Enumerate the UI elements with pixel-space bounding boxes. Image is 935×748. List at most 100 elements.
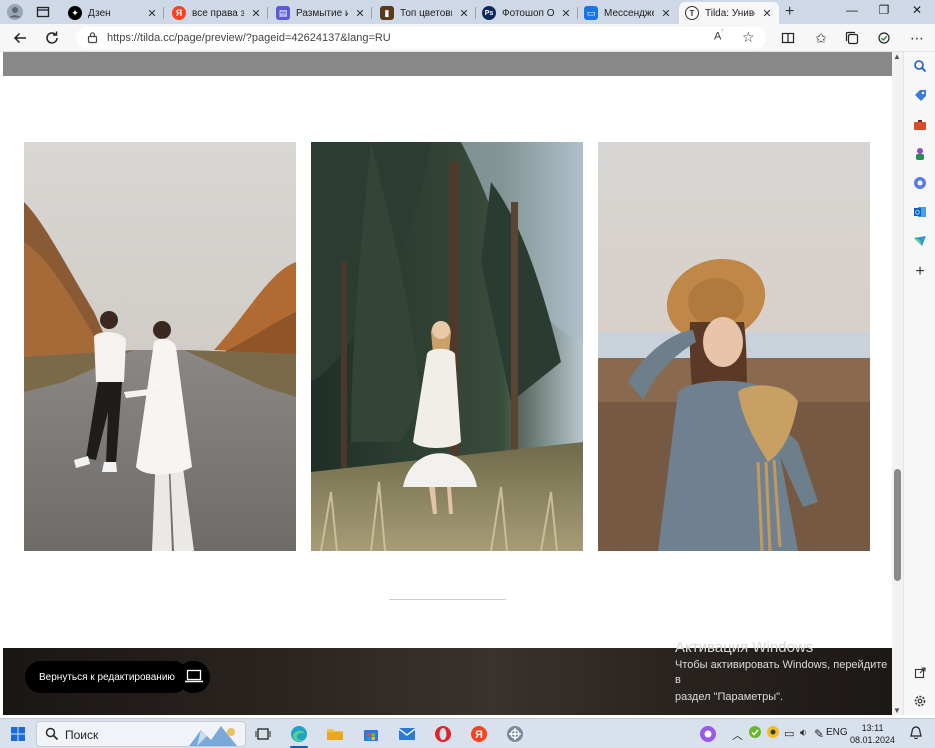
search-highlight-illustration bbox=[187, 724, 245, 746]
yandex-icon: Я bbox=[172, 6, 186, 20]
watermark-title: Активация Windows bbox=[675, 639, 814, 656]
minimize-icon[interactable]: — bbox=[842, 3, 862, 17]
tab-dzen[interactable]: ✦ Дзен ✕ bbox=[62, 2, 164, 24]
taskbar-search-box[interactable]: Поиск bbox=[36, 721, 246, 747]
svg-text:Я: Я bbox=[475, 729, 483, 741]
watermark-line-1: Чтобы активировать Windows, перейдите в bbox=[675, 659, 888, 686]
split-screen-icon[interactable] bbox=[779, 29, 797, 47]
security-tray-icon[interactable] bbox=[748, 725, 762, 742]
edge-sidebar: O + bbox=[903, 52, 935, 715]
close-tab-icon[interactable]: ✕ bbox=[250, 7, 262, 20]
tools-briefcase-icon[interactable] bbox=[912, 117, 928, 133]
scrollbar-thumb[interactable] bbox=[894, 469, 901, 581]
scroll-down-icon[interactable]: ▼ bbox=[893, 706, 901, 715]
scroll-up-icon[interactable]: ▲ bbox=[893, 52, 901, 61]
clock-date: 08.01.2024 bbox=[850, 735, 896, 745]
page-viewport: Вернуться к редактированию Активация Win… bbox=[3, 52, 892, 715]
close-tab-icon[interactable]: ✕ bbox=[146, 7, 158, 20]
dzen-icon: ✦ bbox=[68, 6, 82, 20]
search-icon[interactable] bbox=[912, 58, 928, 74]
tab-title: все права защ bbox=[192, 7, 244, 19]
settings-gear-icon[interactable] bbox=[912, 693, 928, 709]
add-sidebar-app-icon[interactable]: + bbox=[912, 263, 928, 280]
header-band bbox=[3, 52, 892, 76]
file-explorer-icon[interactable] bbox=[325, 724, 345, 744]
cloud-tray-icon[interactable] bbox=[766, 725, 780, 742]
network-app-icon[interactable] bbox=[505, 724, 525, 744]
shopping-tag-icon[interactable] bbox=[912, 88, 928, 104]
photo-woman-hat bbox=[598, 142, 870, 551]
windows-activation-watermark: Активация Windows Чтобы активировать Win… bbox=[675, 639, 892, 705]
lock-icon[interactable] bbox=[86, 31, 99, 44]
drop-icon[interactable] bbox=[912, 233, 928, 249]
search-label: Поиск bbox=[65, 728, 99, 742]
address-bar[interactable]: https://tilda.cc/page/preview/?pageid=42… bbox=[76, 27, 766, 49]
close-tab-icon[interactable]: ✕ bbox=[560, 7, 572, 20]
network-icon[interactable]: ▭ bbox=[784, 727, 794, 740]
search-icon bbox=[45, 727, 59, 744]
edge-taskbar-icon[interactable] bbox=[289, 724, 309, 744]
yandex-browser-icon[interactable]: Я bbox=[469, 724, 489, 744]
photo-couple-road bbox=[24, 142, 296, 551]
windows-start-icon[interactable] bbox=[8, 724, 28, 744]
office-icon[interactable] bbox=[912, 175, 928, 191]
laptop-icon bbox=[184, 669, 204, 686]
windows-taskbar: Поиск Я ︿ ▭ 🔉︎ ✎ ENG 13:11 08.01.2024 bbox=[0, 718, 935, 748]
device-preview-button[interactable] bbox=[177, 661, 210, 693]
tilda-icon: T bbox=[685, 6, 699, 20]
games-icon[interactable] bbox=[912, 146, 928, 162]
url-text[interactable]: https://tilda.cc/page/preview/?pageid=42… bbox=[107, 32, 391, 44]
tab-actions-icon[interactable] bbox=[35, 4, 51, 20]
browser-toolbar: https://tilda.cc/page/preview/?pageid=42… bbox=[0, 24, 935, 52]
pen-icon[interactable]: ✎ bbox=[814, 727, 824, 741]
copilot-icon[interactable] bbox=[698, 724, 718, 744]
messenger-icon: ▭ bbox=[584, 6, 598, 20]
svg-text:O: O bbox=[915, 211, 920, 217]
tab-title: Дзен bbox=[88, 7, 111, 19]
opera-icon[interactable] bbox=[433, 724, 453, 744]
microsoft-store-icon[interactable] bbox=[361, 724, 381, 744]
tab-messenger[interactable]: ▭ Мессенджер ✕ bbox=[578, 2, 678, 24]
tab-tilda-active[interactable]: T Tilda: Универ ✕ bbox=[679, 2, 779, 24]
tab-yandex[interactable]: Я все права защ ✕ bbox=[166, 2, 268, 24]
close-tab-icon[interactable]: ✕ bbox=[761, 7, 773, 20]
tab-title: Мессенджер bbox=[604, 7, 654, 19]
notifications-icon[interactable] bbox=[910, 726, 922, 743]
volume-icon[interactable]: 🔉︎ bbox=[800, 727, 807, 740]
close-tab-icon[interactable]: ✕ bbox=[660, 7, 672, 20]
tab-title: Топ цветовых bbox=[400, 7, 452, 19]
more-menu-icon[interactable]: ⋯ bbox=[908, 29, 926, 47]
tab-title: Tilda: Универ bbox=[705, 7, 755, 19]
refresh-icon[interactable] bbox=[43, 29, 61, 47]
system-clock[interactable]: 13:11 08.01.2024 bbox=[850, 722, 895, 746]
tab-title: Размытие изо bbox=[296, 7, 348, 19]
profile-avatar-icon[interactable] bbox=[6, 3, 24, 21]
collections-icon[interactable] bbox=[843, 29, 861, 47]
page-scrollbar[interactable]: ▲ ▼ bbox=[892, 52, 903, 715]
favorite-star-icon[interactable]: ☆ bbox=[742, 29, 755, 46]
language-indicator[interactable]: ENG bbox=[826, 727, 848, 738]
tab-title: Фотошоп Онл bbox=[502, 7, 554, 19]
photo-woman-forest bbox=[311, 142, 583, 551]
bookmark-icon: ▮ bbox=[380, 6, 394, 20]
open-external-icon[interactable] bbox=[912, 665, 928, 681]
close-window-icon[interactable]: ✕ bbox=[907, 3, 927, 17]
tab-photoshop[interactable]: Ps Фотошоп Онл ✕ bbox=[476, 2, 578, 24]
back-icon[interactable] bbox=[11, 29, 29, 47]
blur-site-icon: ▤ bbox=[276, 6, 290, 20]
task-view-icon[interactable] bbox=[253, 724, 273, 744]
outlook-icon[interactable]: O bbox=[912, 204, 928, 220]
restore-icon[interactable]: ❐ bbox=[874, 3, 894, 17]
tab-blur[interactable]: ▤ Размытие изо ✕ bbox=[270, 2, 372, 24]
close-tab-icon[interactable]: ✕ bbox=[354, 7, 366, 20]
extensions-icon[interactable] bbox=[875, 29, 893, 47]
favorites-icon[interactable]: ✩ bbox=[812, 29, 830, 47]
back-to-editing-button[interactable]: Вернуться к редактированию bbox=[25, 661, 189, 693]
tab-colors[interactable]: ▮ Топ цветовых ✕ bbox=[374, 2, 476, 24]
read-aloud-icon[interactable]: Aʼ bbox=[714, 30, 723, 43]
show-hidden-icons-chevron-icon[interactable]: ︿ bbox=[732, 727, 743, 743]
new-tab-icon[interactable]: + bbox=[785, 3, 794, 21]
close-tab-icon[interactable]: ✕ bbox=[458, 7, 470, 20]
mail-icon[interactable] bbox=[397, 724, 417, 744]
section-divider bbox=[389, 599, 506, 600]
